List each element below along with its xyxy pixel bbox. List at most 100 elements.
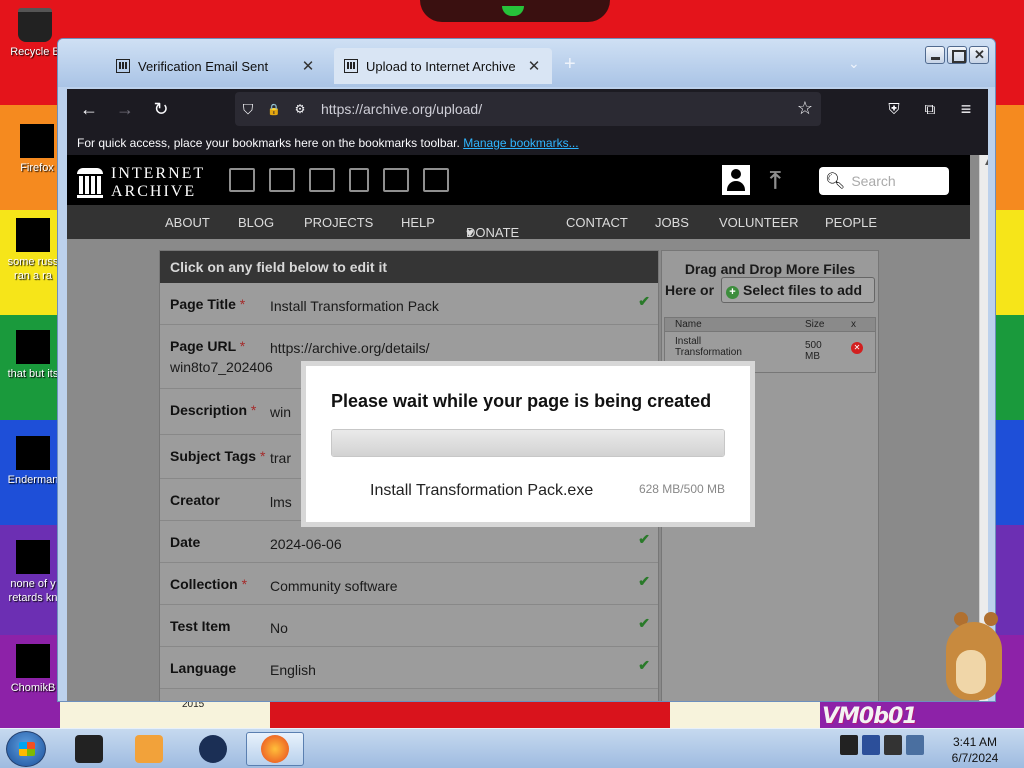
nav-people[interactable]: PEOPLE xyxy=(825,215,877,230)
field-value[interactable]: trar xyxy=(270,450,291,466)
field-value[interactable]: https://archive.org/details/ xyxy=(270,340,430,356)
shield-icon[interactable]: ⛉ xyxy=(235,101,261,118)
bookmarks-toolbar: For quick access, place your bookmarks h… xyxy=(67,129,988,155)
form-row[interactable]: Collection * Community software ✔ xyxy=(160,563,658,605)
archive-favicon-icon xyxy=(116,59,130,73)
remove-file-icon[interactable]: ✕ xyxy=(851,342,863,354)
field-label: Creator xyxy=(170,492,220,508)
chomikbox-icon xyxy=(16,644,50,678)
extensions-icon[interactable]: ⧉ xyxy=(912,91,948,127)
tray-icon[interactable] xyxy=(840,735,858,755)
field-label: Test Item xyxy=(170,618,231,634)
field-value[interactable]: No xyxy=(270,620,288,636)
field-value[interactable]: Community software xyxy=(270,578,398,594)
taskbar: 3:41 AM 6/7/2024 xyxy=(0,728,1024,768)
archive-header: INTERNET ARCHIVE ⤒ 🔍︎ Search xyxy=(67,155,970,205)
taskbar-clock[interactable]: 3:41 AM 6/7/2024 xyxy=(940,734,1010,766)
manage-bookmarks-link[interactable]: Manage bookmarks... xyxy=(463,136,578,150)
bookmark-star-icon[interactable]: ☆ xyxy=(797,98,813,119)
tray-icon[interactable] xyxy=(884,735,902,755)
modal-filename: Install Transformation Pack.exe xyxy=(370,482,594,499)
checkmark-icon: ✔ xyxy=(638,293,650,309)
recycle-bin-icon xyxy=(18,8,52,42)
nav-blog[interactable]: BLOG xyxy=(238,215,274,230)
form-row[interactable]: Test Item No ✔ xyxy=(160,605,658,647)
form-row[interactable]: Date 2024-06-06 ✔ xyxy=(160,521,658,563)
back-icon[interactable]: ← xyxy=(71,91,107,127)
required-mark: * xyxy=(259,448,266,464)
tab-verification-email[interactable]: Verification Email Sent ✕ xyxy=(106,48,326,84)
software-icon[interactable] xyxy=(383,168,409,192)
audio-icon[interactable] xyxy=(349,168,369,192)
field-value[interactable]: English xyxy=(270,662,316,678)
nav-about[interactable]: ABOUT xyxy=(165,215,210,230)
upload-icon[interactable]: ⤒ xyxy=(770,167,781,195)
taskbar-app-3[interactable] xyxy=(184,732,242,766)
nav-contact[interactable]: CONTACT xyxy=(566,215,628,230)
tab-upload-archive[interactable]: Upload to Internet Archive ✕ xyxy=(334,48,552,84)
globe-icon xyxy=(199,735,227,763)
images-icon[interactable] xyxy=(423,168,449,192)
title-bar: Verification Email Sent ✕ Upload to Inte… xyxy=(58,39,995,87)
taskbar-firefox[interactable] xyxy=(246,732,304,766)
close-window-button[interactable] xyxy=(969,46,989,64)
field-label: Description * xyxy=(170,402,257,418)
file-icon xyxy=(16,218,50,252)
taskbar-app-1[interactable] xyxy=(60,732,118,766)
modal-title: Please wait while your page is being cre… xyxy=(331,391,712,411)
required-mark: * xyxy=(239,338,246,354)
search-icon: 🔍︎ xyxy=(825,173,846,190)
user-avatar-icon[interactable] xyxy=(722,165,750,195)
minimize-button[interactable] xyxy=(925,46,945,64)
archive-logo[interactable]: INTERNET ARCHIVE xyxy=(77,165,205,201)
pocket-icon[interactable]: ⛨ xyxy=(876,91,912,127)
checkmark-icon: ✔ xyxy=(638,615,650,631)
navigation-toolbar: ← → ↻ ⛉ 🔒 ⚙ https://archive.org/upload/ … xyxy=(67,89,988,129)
firefox-icon xyxy=(261,735,289,763)
shield-icon[interactable] xyxy=(862,735,880,755)
required-mark: * xyxy=(241,576,248,592)
tab-close-icon[interactable]: ✕ xyxy=(300,57,316,75)
nav-help[interactable]: HELP xyxy=(401,215,435,230)
reload-icon[interactable]: ↻ xyxy=(143,91,179,127)
scroll-up-icon[interactable]: ▲ xyxy=(983,157,988,168)
start-button[interactable] xyxy=(6,731,46,767)
hamster-image xyxy=(940,610,1002,700)
texts-icon[interactable] xyxy=(269,168,295,192)
checkmark-icon: ✔ xyxy=(638,657,650,673)
creating-page-modal: Please wait while your page is being cre… xyxy=(301,361,755,527)
forward-icon[interactable]: → xyxy=(107,91,143,127)
field-label: Date xyxy=(170,534,201,550)
menu-icon[interactable]: ≡ xyxy=(948,91,984,127)
modal-size: 628 MB/500 MB xyxy=(638,482,725,496)
new-tab-button[interactable]: + xyxy=(564,53,576,76)
required-mark: * xyxy=(239,296,246,312)
field-value[interactable]: lms xyxy=(270,494,292,510)
checkmark-icon: ✔ xyxy=(638,531,650,547)
field-value[interactable]: Install Transformation Pack xyxy=(270,298,439,314)
web-icon[interactable] xyxy=(229,168,255,192)
select-files-button[interactable]: + Select files to add xyxy=(721,277,875,303)
form-row[interactable]: Page Title * Install Transformation Pack ✔ xyxy=(160,283,658,325)
file-icon xyxy=(16,540,50,574)
taskbar-media-player[interactable] xyxy=(120,732,178,766)
tab-list-icon[interactable]: ⌄ xyxy=(848,55,860,72)
nav-projects[interactable]: PROJECTS xyxy=(304,215,373,230)
maximize-button[interactable] xyxy=(947,46,967,64)
video-icon[interactable] xyxy=(309,168,335,192)
add-icon: + xyxy=(726,286,739,299)
field-value[interactable]: win xyxy=(270,404,291,420)
url-bar[interactable]: ⛉ 🔒 ⚙ https://archive.org/upload/ ☆ xyxy=(235,92,821,126)
nav-volunteer[interactable]: VOLUNTEER xyxy=(719,215,798,230)
network-icon[interactable] xyxy=(906,735,924,755)
field-value-continued[interactable]: win8to7_202406 xyxy=(170,359,273,375)
search-input[interactable]: 🔍︎ Search xyxy=(819,167,949,195)
page-content: INTERNET ARCHIVE ⤒ 🔍︎ Search ABOUT BLOG xyxy=(67,155,988,701)
lock-icon[interactable]: 🔒 xyxy=(261,103,287,116)
form-row[interactable]: Language English ✔ xyxy=(160,647,658,689)
field-value[interactable]: 2024-06-06 xyxy=(270,536,342,552)
tab-close-icon[interactable]: ✕ xyxy=(526,57,542,75)
permissions-icon[interactable]: ⚙ xyxy=(287,102,313,116)
nav-jobs[interactable]: JOBS xyxy=(655,215,689,230)
url-text[interactable]: https://archive.org/upload/ xyxy=(321,101,482,117)
